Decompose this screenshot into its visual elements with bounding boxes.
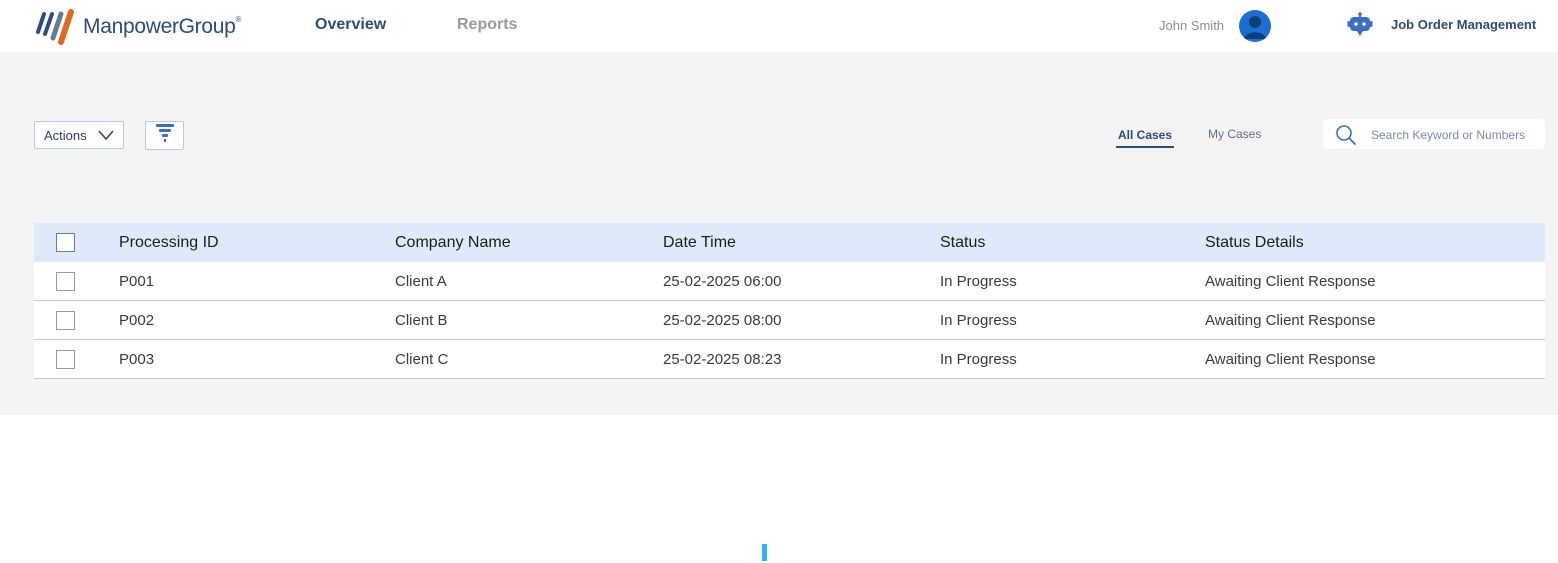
cell-processing-id: P003 (119, 351, 155, 368)
cell-status-details: Awaiting Client Response (1205, 312, 1376, 329)
brand-logo[interactable]: ManpowerGroup® (33, 8, 241, 46)
column-header-processing-id[interactable]: Processing ID (119, 234, 219, 252)
cell-date-time: 25-02-2025 06:00 (663, 273, 782, 290)
cell-status-details: Awaiting Client Response (1205, 351, 1376, 368)
search-box[interactable] (1323, 119, 1545, 149)
actions-dropdown[interactable]: Actions (34, 121, 124, 149)
tab-all-cases[interactable]: All Cases (1116, 127, 1175, 148)
cell-status-details: Awaiting Client Response (1205, 273, 1376, 290)
column-header-status-details[interactable]: Status Details (1205, 234, 1304, 252)
filter-funnel-icon (155, 122, 175, 149)
cell-date-time: 25-02-2025 08:00 (663, 312, 782, 329)
chevron-down-icon (98, 128, 114, 145)
brand-name: ManpowerGroup® (83, 15, 242, 38)
search-input[interactable] (1369, 126, 1543, 144)
cell-status: In Progress (940, 273, 1017, 290)
robot-icon[interactable] (1347, 12, 1373, 43)
cell-processing-id: P002 (119, 312, 155, 329)
select-all-checkbox[interactable] (56, 233, 75, 252)
top-header: ManpowerGroup® Overview Reports John Smi… (0, 0, 1558, 52)
cell-date-time: 25-02-2025 08:23 (663, 351, 782, 368)
cell-company-name: Client C (395, 351, 449, 368)
main-content: Actions All Cases My Cases Processing ID… (0, 52, 1558, 415)
filter-button[interactable] (145, 121, 184, 150)
loading-indicator (762, 544, 767, 561)
cell-company-name: Client A (395, 273, 447, 290)
user-avatar-icon[interactable] (1239, 10, 1271, 42)
cell-company-name: Client B (395, 312, 448, 329)
column-header-date-time[interactable]: Date Time (663, 234, 736, 252)
nav-reports[interactable]: Reports (457, 16, 517, 34)
table-row[interactable]: P002 Client B 25-02-2025 08:00 In Progre… (34, 301, 1545, 340)
actions-label: Actions (44, 127, 87, 143)
row-checkbox[interactable] (56, 350, 75, 369)
nav-overview[interactable]: Overview (315, 16, 386, 34)
user-name: John Smith (1159, 18, 1225, 33)
search-icon (1336, 125, 1356, 145)
tab-my-cases[interactable]: My Cases (1208, 127, 1261, 141)
column-header-status[interactable]: Status (940, 234, 985, 252)
table-row[interactable]: P003 Client C 25-02-2025 08:23 In Progre… (34, 340, 1545, 379)
row-checkbox[interactable] (56, 311, 75, 330)
cases-table: Processing ID Company Name Date Time Sta… (34, 223, 1545, 379)
table-header-row: Processing ID Company Name Date Time Sta… (34, 223, 1545, 262)
table-row[interactable]: P001 Client A 25-02-2025 06:00 In Progre… (34, 262, 1545, 301)
row-checkbox[interactable] (56, 272, 75, 291)
cell-status: In Progress (940, 312, 1017, 329)
cell-status: In Progress (940, 351, 1017, 368)
manpowergroup-logo-icon (33, 8, 77, 46)
app-title[interactable]: Job Order Management (1391, 17, 1536, 32)
column-header-company-name[interactable]: Company Name (395, 234, 511, 252)
cell-processing-id: P001 (119, 273, 155, 290)
